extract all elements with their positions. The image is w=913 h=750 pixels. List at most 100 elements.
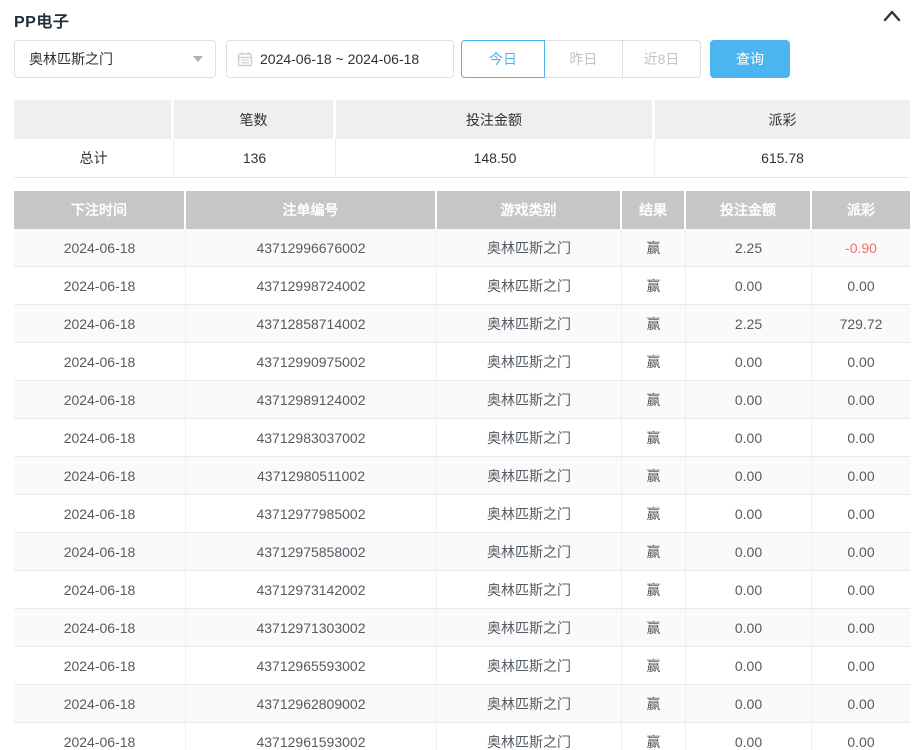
records-body: 2024-06-1843712996676002奥林匹斯之门赢2.25-0.90… [14, 229, 910, 750]
cell-order-number: 43712998724002 [186, 267, 437, 305]
game-select-value: 奥林匹斯之门 [29, 49, 193, 69]
cell-order-number: 43712975858002 [186, 533, 437, 571]
cell-bet-time: 2024-06-18 [14, 685, 186, 723]
cell-bet-time: 2024-06-18 [14, 229, 186, 267]
cell-game-category: 奥林匹斯之门 [437, 381, 622, 419]
table-row: 2024-06-1843712962809002奥林匹斯之门赢0.000.00 [14, 685, 910, 723]
cell-bet-amount: 0.00 [686, 723, 812, 750]
cell-order-number: 43712996676002 [186, 229, 437, 267]
cell-bet-time: 2024-06-18 [14, 533, 186, 571]
cell-result: 赢 [622, 723, 686, 750]
cell-result: 赢 [622, 229, 686, 267]
cell-order-number: 43712990975002 [186, 343, 437, 381]
table-row: 2024-06-1843712977985002奥林匹斯之门赢0.000.00 [14, 495, 910, 533]
cell-result: 赢 [622, 647, 686, 685]
cell-game-category: 奥林匹斯之门 [437, 229, 622, 267]
today-button[interactable]: 今日 [461, 40, 545, 78]
cell-game-category: 奥林匹斯之门 [437, 267, 622, 305]
table-row: 2024-06-1843712996676002奥林匹斯之门赢2.25-0.90 [14, 229, 910, 267]
date-range-input[interactable]: 2024-06-18 ~ 2024-06-18 [226, 40, 454, 78]
cell-payout: 0.00 [812, 381, 910, 419]
cell-game-category: 奥林匹斯之门 [437, 647, 622, 685]
summary-header-count: 笔数 [174, 100, 336, 139]
calendar-icon [237, 51, 253, 67]
column-header-result: 结果 [622, 191, 686, 229]
cell-bet-amount: 0.00 [686, 495, 812, 533]
cell-result: 赢 [622, 305, 686, 343]
cell-bet-time: 2024-06-18 [14, 343, 186, 381]
cell-result: 赢 [622, 533, 686, 571]
cell-payout: -0.90 [812, 229, 910, 267]
yesterday-button[interactable]: 昨日 [544, 40, 623, 78]
cell-game-category: 奥林匹斯之门 [437, 571, 622, 609]
cell-result: 赢 [622, 571, 686, 609]
collapse-panel-button[interactable] [881, 6, 903, 28]
cell-bet-time: 2024-06-18 [14, 571, 186, 609]
cell-result: 赢 [622, 343, 686, 381]
column-header-game-category: 游戏类别 [437, 191, 622, 229]
cell-bet-amount: 0.00 [686, 381, 812, 419]
table-row: 2024-06-1843712983037002奥林匹斯之门赢0.000.00 [14, 419, 910, 457]
cell-bet-amount: 0.00 [686, 457, 812, 495]
query-button[interactable]: 查询 [710, 40, 790, 78]
cell-game-category: 奥林匹斯之门 [437, 457, 622, 495]
cell-game-category: 奥林匹斯之门 [437, 305, 622, 343]
table-row: 2024-06-1843712965593002奥林匹斯之门赢0.000.00 [14, 647, 910, 685]
cell-bet-time: 2024-06-18 [14, 647, 186, 685]
column-header-bet-amount: 投注金额 [686, 191, 812, 229]
game-select[interactable]: 奥林匹斯之门 [14, 40, 216, 78]
cell-bet-amount: 0.00 [686, 571, 812, 609]
cell-order-number: 43712983037002 [186, 419, 437, 457]
table-row: 2024-06-1843712998724002奥林匹斯之门赢0.000.00 [14, 267, 910, 305]
cell-game-category: 奥林匹斯之门 [437, 723, 622, 750]
cell-bet-amount: 0.00 [686, 267, 812, 305]
cell-result: 赢 [622, 457, 686, 495]
cell-bet-amount: 2.25 [686, 305, 812, 343]
cell-bet-amount: 0.00 [686, 533, 812, 571]
page-title: PP电子 [14, 14, 69, 31]
summary-header-blank [14, 100, 174, 139]
chevron-up-icon [882, 9, 902, 26]
cell-bet-amount: 0.00 [686, 647, 812, 685]
cell-order-number: 43712858714002 [186, 305, 437, 343]
cell-payout: 0.00 [812, 647, 910, 685]
cell-payout: 0.00 [812, 533, 910, 571]
cell-bet-time: 2024-06-18 [14, 267, 186, 305]
summary-total-count: 136 [174, 139, 336, 178]
cell-payout: 0.00 [812, 685, 910, 723]
summary-total-label: 总计 [14, 139, 174, 178]
table-row: 2024-06-1843712980511002奥林匹斯之门赢0.000.00 [14, 457, 910, 495]
cell-order-number: 43712977985002 [186, 495, 437, 533]
quick-range-button-group: 今日 昨日 近8日 [461, 40, 701, 78]
cell-bet-amount: 0.00 [686, 609, 812, 647]
table-row: 2024-06-1843712990975002奥林匹斯之门赢0.000.00 [14, 343, 910, 381]
cell-bet-time: 2024-06-18 [14, 419, 186, 457]
cell-payout: 0.00 [812, 457, 910, 495]
cell-payout: 0.00 [812, 267, 910, 305]
cell-game-category: 奥林匹斯之门 [437, 495, 622, 533]
last-8-days-button[interactable]: 近8日 [622, 40, 701, 78]
cell-result: 赢 [622, 267, 686, 305]
cell-order-number: 43712965593002 [186, 647, 437, 685]
table-row: 2024-06-1843712975858002奥林匹斯之门赢0.000.00 [14, 533, 910, 571]
records-header-row: 下注时间注单编号游戏类别结果投注金额派彩 [14, 191, 910, 229]
cell-payout: 0.00 [812, 571, 910, 609]
column-header-order-number: 注单编号 [186, 191, 437, 229]
cell-game-category: 奥林匹斯之门 [437, 609, 622, 647]
cell-bet-amount: 0.00 [686, 343, 812, 381]
chevron-down-icon [193, 56, 203, 62]
cell-game-category: 奥林匹斯之门 [437, 685, 622, 723]
cell-payout: 0.00 [812, 419, 910, 457]
panel-header: PP电子 [0, 0, 913, 34]
cell-payout: 0.00 [812, 343, 910, 381]
date-range-value: 2024-06-18 ~ 2024-06-18 [260, 51, 419, 67]
table-row: 2024-06-1843712961593002奥林匹斯之门赢0.000.00 [14, 723, 910, 750]
table-row: 2024-06-1843712973142002奥林匹斯之门赢0.000.00 [14, 571, 910, 609]
cell-bet-time: 2024-06-18 [14, 457, 186, 495]
cell-bet-time: 2024-06-18 [14, 305, 186, 343]
cell-order-number: 43712962809002 [186, 685, 437, 723]
cell-order-number: 43712980511002 [186, 457, 437, 495]
cell-bet-time: 2024-06-18 [14, 495, 186, 533]
cell-result: 赢 [622, 381, 686, 419]
summary-total-row: 总计 136 148.50 615.78 [14, 139, 910, 178]
